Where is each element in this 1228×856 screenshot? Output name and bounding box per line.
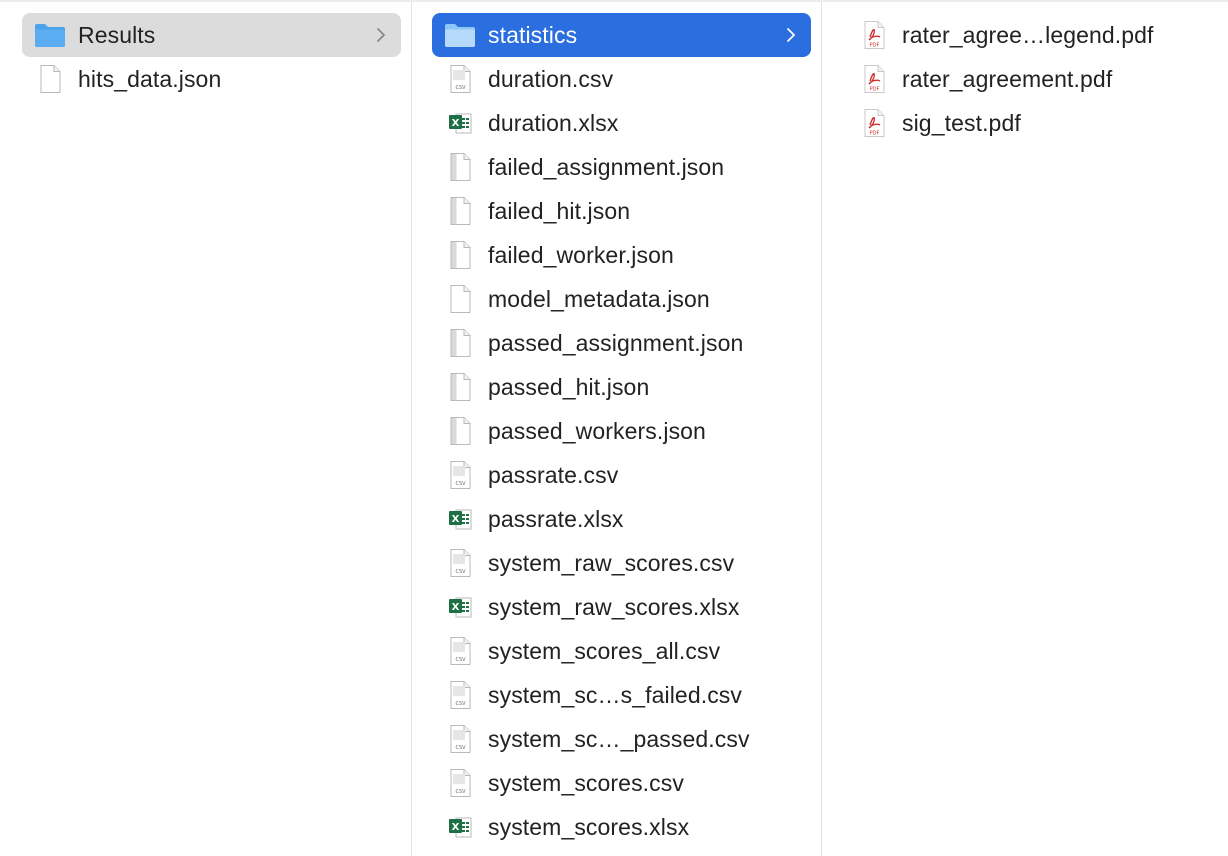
file-row[interactable]: passed_assignment.json (432, 321, 811, 365)
file-row[interactable]: PDF rater_agree…legend.pdf (846, 13, 1218, 57)
column-statistics[interactable]: statistics CSV duration.csv Xduration.xls… (412, 2, 822, 856)
file-row[interactable]: CSV system_scores_all.csv (432, 629, 811, 673)
svg-text:CSV: CSV (455, 569, 466, 575)
json-file-icon (444, 196, 476, 226)
file-name: system_sc…_passed.csv (488, 725, 750, 752)
file-row[interactable]: Xsystem_raw_scores.xlsx (432, 585, 811, 629)
csv-file-icon: CSV (444, 460, 476, 490)
excel-file-icon: X (444, 108, 476, 138)
file-row[interactable]: failed_hit.json (432, 189, 811, 233)
json-file-icon (444, 372, 476, 402)
svg-text:PDF: PDF (870, 131, 880, 137)
file-name: passrate.xlsx (488, 505, 624, 532)
file-name: model_metadata.json (488, 285, 710, 312)
svg-text:CSV: CSV (455, 789, 466, 795)
file-row[interactable]: PDF rater_agreement.pdf (846, 57, 1218, 101)
column-pdfs[interactable]: PDF rater_agree…legend.pdf PDF rater_agree… (822, 2, 1228, 856)
svg-text:X: X (452, 602, 460, 613)
file-name: system_sc…s_failed.csv (488, 681, 742, 708)
folder-row[interactable]: Results (22, 13, 401, 57)
file-row[interactable]: CSV system_raw_scores.csv (432, 541, 811, 585)
csv-file-icon: CSV (444, 680, 476, 710)
excel-file-icon: X (444, 592, 476, 622)
file-name: sig_test.pdf (902, 109, 1021, 136)
file-name: system_scores_all.csv (488, 637, 721, 664)
file-row[interactable]: CSV system_sc…_passed.csv (432, 717, 811, 761)
file-name: hits_data.json (78, 65, 222, 92)
file-name: passed_assignment.json (488, 329, 744, 356)
pdf-file-icon: PDF (858, 20, 890, 50)
file-list: Results hits_data.json (0, 13, 411, 101)
json-file-icon (444, 328, 476, 358)
file-name: Results (78, 21, 156, 48)
document-icon (34, 64, 66, 94)
svg-text:CSV: CSV (455, 657, 466, 663)
file-row[interactable]: CSV passrate.csv (432, 453, 811, 497)
file-row[interactable]: hits_data.json (22, 57, 401, 101)
svg-text:PDF: PDF (870, 87, 880, 93)
file-name: duration.xlsx (488, 109, 619, 136)
file-name: failed_assignment.json (488, 153, 725, 180)
file-name: rater_agree…legend.pdf (902, 21, 1154, 48)
folder-icon (444, 20, 476, 50)
file-row[interactable]: CSV duration.csv (432, 57, 811, 101)
column-browser: Results hits_data.json statistics CSV dura… (0, 0, 1228, 856)
json-file-icon (444, 416, 476, 446)
file-row[interactable]: Xsystem_scores.xlsx (432, 805, 811, 849)
csv-file-icon: CSV (444, 636, 476, 666)
file-name: system_raw_scores.xlsx (488, 593, 740, 620)
file-row[interactable]: CSV system_scores.csv (432, 761, 811, 805)
file-name: failed_hit.json (488, 197, 631, 224)
csv-file-icon: CSV (444, 548, 476, 578)
csv-file-icon: CSV (444, 64, 476, 94)
file-list: PDF rater_agree…legend.pdf PDF rater_agree… (822, 13, 1228, 145)
file-row[interactable]: failed_assignment.json (432, 145, 811, 189)
file-row[interactable]: CSV system_sc…s_failed.csv (432, 673, 811, 717)
file-row[interactable]: model_metadata.json (432, 277, 811, 321)
file-list: statistics CSV duration.csv Xduration.xls… (412, 13, 821, 849)
pdf-file-icon: PDF (858, 64, 890, 94)
csv-file-icon: CSV (444, 768, 476, 798)
json-file-icon (444, 240, 476, 270)
file-name: passrate.csv (488, 461, 619, 488)
svg-text:CSV: CSV (455, 85, 466, 91)
svg-text:CSV: CSV (455, 481, 466, 487)
excel-file-icon: X (444, 812, 476, 842)
file-name: system_scores.csv (488, 769, 684, 796)
file-name: system_raw_scores.csv (488, 549, 735, 576)
folder-row[interactable]: statistics (432, 13, 811, 57)
csv-file-icon: CSV (444, 724, 476, 754)
chevron-right-icon (375, 26, 387, 44)
svg-text:X: X (452, 118, 460, 129)
excel-file-icon: X (444, 504, 476, 534)
file-name: passed_workers.json (488, 417, 706, 444)
file-row[interactable]: Xduration.xlsx (432, 101, 811, 145)
pdf-file-icon: PDF (858, 108, 890, 138)
file-name: system_scores.xlsx (488, 813, 690, 840)
file-name: statistics (488, 21, 578, 48)
svg-text:CSV: CSV (455, 745, 466, 751)
file-row[interactable]: Xpassrate.xlsx (432, 497, 811, 541)
file-name: passed_hit.json (488, 373, 650, 400)
json-file-icon (444, 152, 476, 182)
file-row[interactable]: passed_hit.json (432, 365, 811, 409)
svg-text:PDF: PDF (870, 43, 880, 49)
document-icon (444, 284, 476, 314)
column-results[interactable]: Results hits_data.json (0, 2, 412, 856)
folder-icon (34, 20, 66, 50)
file-row[interactable]: PDF sig_test.pdf (846, 101, 1218, 145)
file-name: failed_worker.json (488, 241, 674, 268)
file-row[interactable]: failed_worker.json (432, 233, 811, 277)
chevron-right-icon (785, 26, 797, 44)
file-name: duration.csv (488, 65, 614, 92)
file-name: rater_agreement.pdf (902, 65, 1113, 92)
svg-text:X: X (452, 822, 460, 833)
file-row[interactable]: passed_workers.json (432, 409, 811, 453)
svg-text:X: X (452, 514, 460, 525)
svg-text:CSV: CSV (455, 701, 466, 707)
